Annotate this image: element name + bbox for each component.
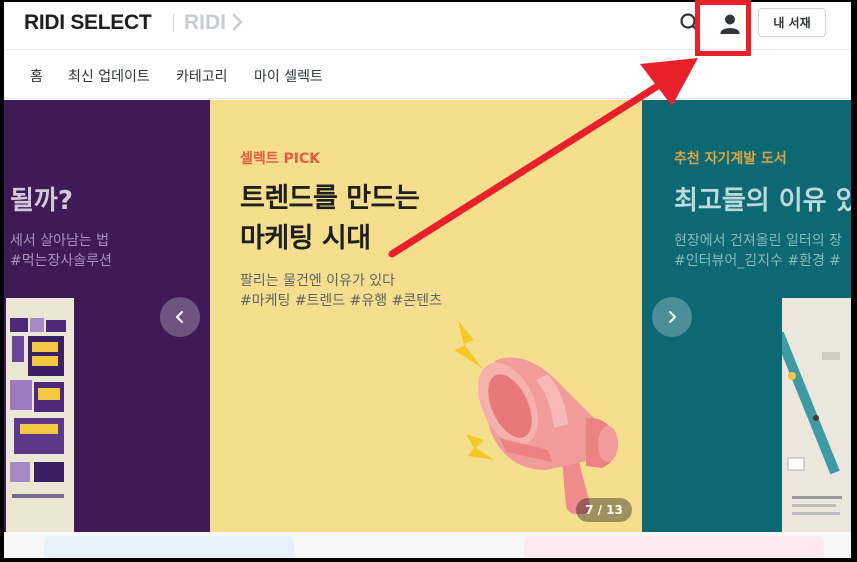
megaphone-illustration — [454, 320, 618, 514]
slide-subtitle: 세서 살아남는 법 — [10, 233, 110, 249]
next-section-peek — [4, 532, 851, 558]
banner-peek — [524, 536, 824, 558]
book-cover-image — [782, 298, 851, 532]
nav-item-category[interactable]: 카테고리 — [176, 66, 228, 86]
book-cover-image — [6, 298, 74, 532]
nav-item-my-select[interactable]: 마이 셀렉트 — [254, 66, 323, 86]
slide-title: 될까? — [10, 186, 73, 216]
my-library-button[interactable]: 내 서재 — [758, 8, 826, 37]
app-window: RIDI SELECT RIDI 내 서재 홈 최신 업데이트 카테고리 마이 … — [4, 2, 851, 558]
slide-title-line1: 트렌드를 만드는 — [240, 183, 420, 214]
nav-item-latest-updates[interactable]: 최신 업데이트 — [68, 66, 150, 86]
slide-eyebrow: 셀렉트 PICK — [240, 151, 321, 167]
slide-title: 최고들의 이유 있 — [674, 186, 851, 216]
slide-subtitle: 현장에서 건져올린 일터의 장 — [674, 233, 842, 249]
slide-subtitle: 팔리는 물건엔 이유가 있다 — [240, 273, 396, 289]
chevron-right-icon[interactable] — [231, 13, 243, 31]
banner-peek — [44, 536, 294, 558]
ridi-link[interactable]: RIDI — [184, 11, 226, 35]
slide-hashtags: #인터뷰어_김지수 #환경 # — [674, 253, 842, 269]
chevron-right-icon — [669, 311, 676, 323]
annotation-highlight-box — [695, 0, 751, 56]
slide-hashtags: #마케팅 #트렌드 #유행 #콘텐츠 — [240, 293, 442, 309]
logo-divider — [173, 14, 174, 32]
main-nav: 홈 최신 업데이트 카테고리 마이 셀렉트 — [4, 51, 851, 99]
carousel-next-button[interactable] — [652, 297, 692, 337]
slide-counter: 7 / 13 — [576, 498, 632, 522]
ridi-select-logo[interactable]: RIDI SELECT — [24, 11, 152, 35]
slide-eyebrow: 추천 자기계발 도서 — [674, 151, 787, 167]
carousel-slide-current[interactable]: 셀렉트 PICK 트렌드를 만드는 마케팅 시대 팔리는 물건엔 이유가 있다 … — [210, 100, 642, 532]
hero-carousel: 될까? 세서 살아남는 법 #먹는장사솔루션 셀렉트 PICK 트렌드를 만드는… — [4, 100, 851, 532]
slide-title-line2: 마케팅 시대 — [240, 223, 371, 254]
carousel-prev-button[interactable] — [160, 297, 200, 337]
nav-item-home[interactable]: 홈 — [30, 66, 43, 86]
slide-hashtags: #먹는장사솔루션 — [10, 253, 112, 269]
chevron-left-icon — [176, 311, 183, 323]
